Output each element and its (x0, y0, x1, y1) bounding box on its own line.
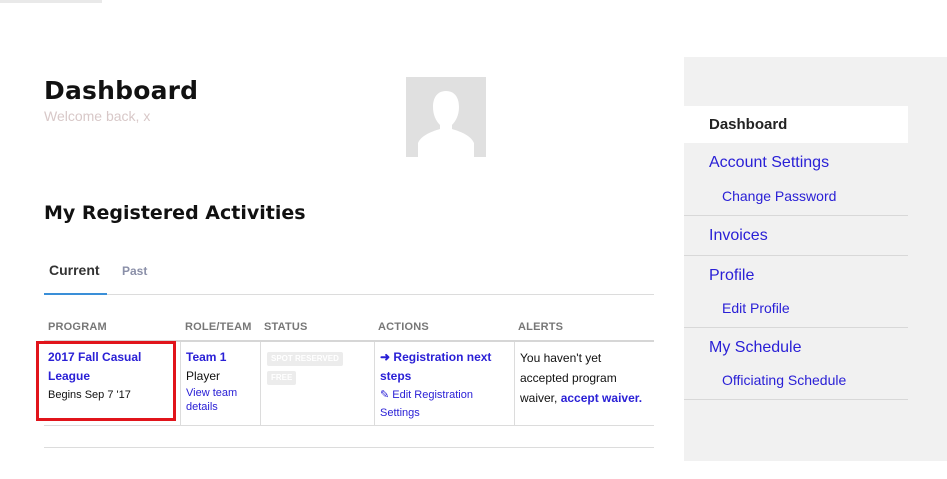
column-header-program: PROGRAM (48, 321, 107, 333)
alert-text-line3: waiver, accept waiver. (520, 388, 654, 408)
sidebar-item-invoices[interactable]: Invoices (709, 227, 933, 245)
user-silhouette-icon (406, 77, 486, 157)
sidebar-divider (684, 215, 908, 216)
sidebar-item-officiating-schedule[interactable]: Officiating Schedule (722, 372, 946, 388)
action-secondary-line2: Settings (380, 407, 420, 419)
avatar (406, 77, 486, 157)
role-label: Player (186, 369, 221, 383)
sidebar-item-account-settings[interactable]: Account Settings (709, 154, 933, 172)
column-header-role-team: ROLE/TEAM (185, 321, 252, 333)
table-bottom-divider (44, 447, 654, 448)
registration-next-steps-link[interactable]: ➜ Registration next steps (380, 348, 514, 386)
sidebar-divider (684, 327, 908, 328)
sidebar: Dashboard Account Settings Change Passwo… (684, 57, 947, 461)
status-badge-spot-reserved: SPOT RESERVED (267, 352, 343, 366)
sidebar-item-edit-profile[interactable]: Edit Profile (722, 300, 946, 316)
column-header-alerts: ALERTS (518, 321, 564, 333)
highlight-box (36, 341, 176, 421)
sidebar-item-profile[interactable]: Profile (709, 267, 933, 285)
sidebar-item-my-schedule[interactable]: My Schedule (709, 339, 933, 357)
alerts-cell: You haven't yet accepted program waiver,… (514, 342, 654, 426)
actions-cell: ➜ Registration next steps ✎ Edit Registr… (374, 342, 514, 426)
column-header-actions: ACTIONS (378, 321, 429, 333)
table-header: PROGRAM ROLE/TEAM STATUS ACTIONS ALERTS (44, 312, 654, 342)
edit-icon: ✎ (380, 389, 390, 401)
role-team-cell: Team 1 Player View team details (180, 342, 260, 426)
view-team-line2: details (186, 401, 218, 413)
page-title: Dashboard (44, 76, 199, 105)
sidebar-item-change-password[interactable]: Change Password (722, 188, 946, 204)
action-primary-line1: Registration next (393, 350, 492, 364)
arrow-right-icon: ➜ (380, 350, 391, 364)
action-primary-line2: steps (380, 369, 412, 383)
sidebar-item-dashboard[interactable]: Dashboard (684, 106, 908, 143)
status-badge-free: FREE (267, 371, 297, 385)
view-team-details-link[interactable]: View team details (186, 386, 260, 414)
tab-current[interactable]: Current (44, 262, 107, 295)
sidebar-divider (684, 399, 908, 400)
edit-registration-settings-link[interactable]: ✎ Edit Registration Settings (380, 386, 514, 422)
action-secondary-line1: Edit Registration (392, 389, 473, 401)
sidebar-divider (684, 255, 908, 256)
status-cell: SPOT RESERVED FREE (260, 342, 374, 426)
alert-text-waiver: waiver, (520, 391, 558, 405)
main-content: Dashboard Welcome back, x My Registered … (0, 0, 684, 479)
table-row: 2017 Fall Casual League Begins Sep 7 '17… (36, 341, 654, 426)
program-cell: 2017 Fall Casual League Begins Sep 7 '17 (36, 341, 180, 426)
accept-waiver-link[interactable]: accept waiver. (561, 391, 642, 405)
alert-text-line2: accepted program (520, 371, 617, 385)
team-link[interactable]: Team 1 (186, 348, 260, 367)
section-title: My Registered Activities (44, 202, 306, 224)
activities-table: PROGRAM ROLE/TEAM STATUS ACTIONS ALERTS … (36, 312, 654, 426)
view-team-line1: View team (186, 387, 238, 399)
activity-tabs: Current Past (44, 258, 654, 295)
tab-past[interactable]: Past (122, 264, 147, 278)
welcome-message: Welcome back, x (44, 108, 151, 124)
column-header-status: STATUS (264, 321, 308, 333)
alert-text-line1: You haven't yet (520, 351, 602, 365)
